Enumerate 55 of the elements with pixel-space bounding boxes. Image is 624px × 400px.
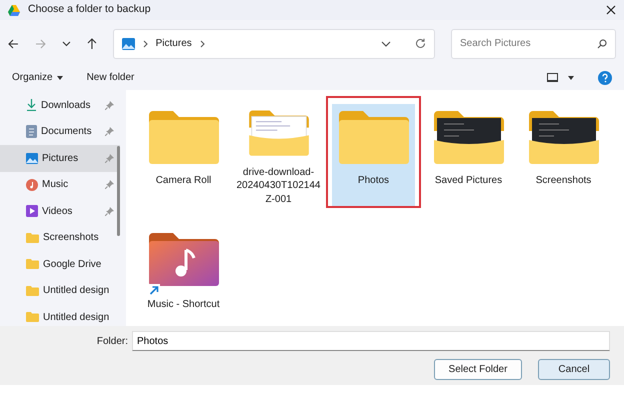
folder-item[interactable]: Camera Roll: [136, 96, 231, 208]
download-icon: [26, 99, 37, 112]
view-icon[interactable]: [547, 73, 558, 82]
up-icon[interactable]: [86, 38, 97, 49]
new-folder-button[interactable]: New folder: [86, 70, 134, 85]
sidebar-item[interactable]: Google Drive: [0, 251, 120, 278]
folder-icon: [26, 259, 39, 270]
folder-icon: [338, 108, 410, 166]
folder-item[interactable]: drive-download-20240430T102144Z-001: [231, 96, 326, 208]
folder-name-field[interactable]: Photos: [132, 331, 610, 351]
folder-icon: [148, 108, 220, 166]
window-title: Choose a folder to backup: [28, 2, 151, 18]
folder-icon: [26, 312, 39, 322]
chevron-right-icon: [142, 40, 148, 48]
video-icon: [26, 205, 38, 218]
folder-icon: [432, 108, 504, 166]
organize-menu[interactable]: Organize: [12, 70, 63, 85]
search-icon: [597, 38, 607, 48]
app-logo-icon: [8, 4, 20, 16]
document-icon: [26, 125, 37, 138]
sidebar-item[interactable]: Downloads: [0, 92, 120, 118]
sidebar-item[interactable]: Untitled design: [0, 278, 120, 304]
back-icon[interactable]: [8, 38, 19, 48]
search-field[interactable]: Search Pictures: [451, 28, 616, 58]
refresh-icon[interactable]: [415, 38, 426, 49]
sidebar-item[interactable]: Music: [0, 172, 120, 198]
chevron-down-icon[interactable]: [381, 40, 391, 46]
chevron-right-icon[interactable]: [200, 40, 205, 48]
pictures-icon: [26, 152, 38, 164]
scrollbar[interactable]: [117, 146, 120, 236]
folder-icon: [26, 286, 39, 296]
address-bar[interactable]: Pictures: [112, 28, 435, 58]
pictures-icon: [122, 38, 135, 50]
sidebar-item[interactable]: Untitled design: [0, 304, 120, 330]
caret-icon: [56, 76, 63, 80]
sidebar-item[interactable]: Videos: [0, 198, 120, 224]
help-icon[interactable]: [598, 70, 612, 84]
cancel-button[interactable]: Cancel: [538, 359, 610, 380]
music-icon: [26, 178, 38, 191]
folder-icon: [26, 232, 39, 243]
sidebar-item[interactable]: Documents: [0, 118, 120, 145]
folder-item[interactable]: Music - Shortcut: [136, 220, 231, 332]
chevron-down-icon[interactable]: [62, 40, 71, 46]
close-icon[interactable]: [606, 5, 616, 15]
folder-item[interactable]: Screenshots: [516, 96, 611, 208]
caret-icon[interactable]: [568, 76, 574, 80]
sidebar-item[interactable]: Screenshots: [0, 224, 120, 251]
path-segment[interactable]: Pictures: [156, 36, 192, 51]
folder-icon: [528, 108, 600, 166]
folder-item[interactable]: Saved Pictures: [421, 96, 516, 208]
folder-label: Folder:: [96, 334, 128, 348]
sidebar-item[interactable]: Pictures: [0, 145, 120, 172]
select-folder-button[interactable]: Select Folder: [434, 359, 522, 380]
music-folder-icon: [148, 232, 220, 296]
folder-item[interactable]: Photos: [326, 96, 421, 208]
